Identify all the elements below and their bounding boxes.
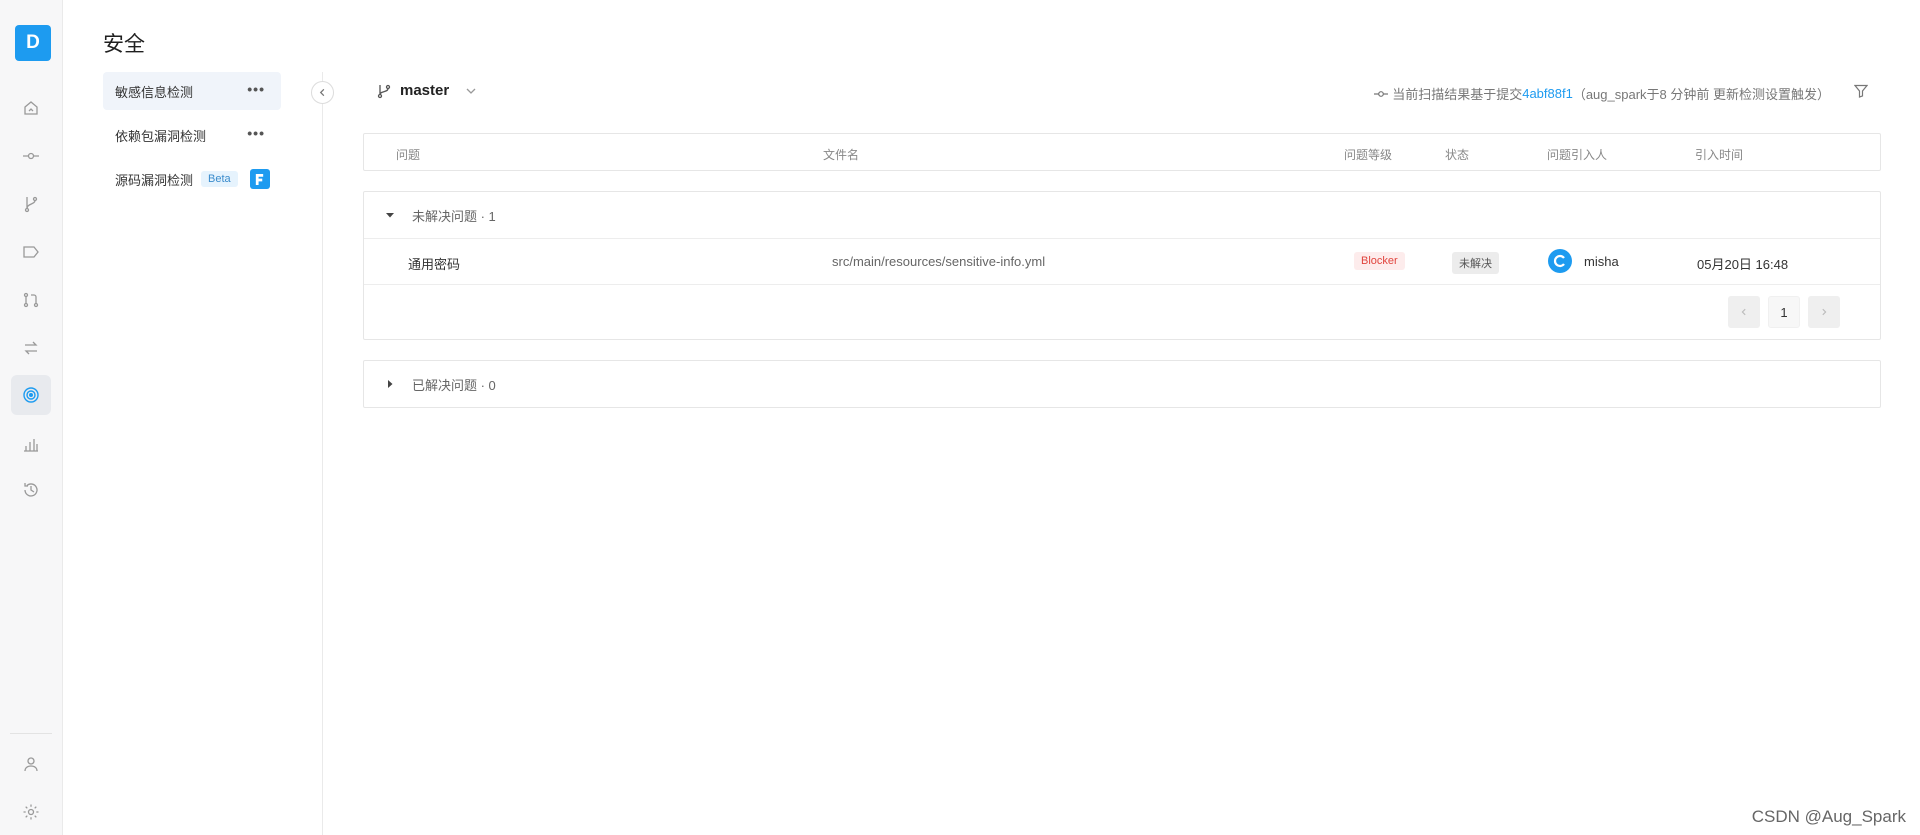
column-header-author: 问题引入人: [1547, 148, 1608, 162]
more-icon[interactable]: •••: [247, 126, 265, 140]
watermark: CSDN @Aug_Spark: [1751, 807, 1906, 826]
pagination-prev-button[interactable]: [1728, 296, 1760, 328]
tag-icon[interactable]: [11, 232, 51, 272]
file-path[interactable]: src/main/resources/sensitive-info.yml: [832, 254, 1045, 269]
panel-divider: [322, 72, 323, 835]
scan-info-suffix: （aug_spark于8 分钟前 更新检测设置触发）: [1572, 87, 1830, 102]
merge-request-icon[interactable]: [11, 280, 51, 320]
app-logo[interactable]: D: [15, 25, 51, 61]
table-row[interactable]: 通用密码 src/main/resources/sensitive-info.y…: [364, 238, 1880, 284]
filter-icon[interactable]: [1854, 84, 1868, 98]
branch-icon[interactable]: [11, 184, 51, 224]
resolved-group-title: 已解决问题 · 0: [412, 377, 496, 393]
submenu-item-sensitive-info[interactable]: 敏感信息检测 •••: [103, 72, 281, 110]
submenu-item-label: 源码漏洞检测: [115, 172, 194, 188]
resolved-group: 已解决问题 · 0: [363, 360, 1881, 408]
rail-divider: [10, 733, 52, 734]
beta-badge: Beta: [201, 171, 238, 187]
column-header-level: 问题等级: [1344, 148, 1393, 162]
scan-info-prefix: 当前扫描结果基于提交: [1392, 87, 1523, 102]
security-icon[interactable]: [11, 375, 51, 415]
pagination-page-button[interactable]: 1: [1768, 296, 1800, 328]
chevron-left-icon: [319, 88, 325, 97]
home-icon[interactable]: [11, 88, 51, 128]
chevron-left-icon: [1741, 308, 1746, 316]
settings-icon[interactable]: [11, 792, 51, 832]
commit-icon[interactable]: [11, 136, 51, 176]
table-header: 问题 文件名 问题等级 状态 问题引入人 引入时间: [363, 133, 1881, 171]
pagination-next-button[interactable]: [1808, 296, 1840, 328]
caret-down-icon: [386, 213, 394, 218]
author-name: misha: [1584, 254, 1619, 269]
submenu-item-label: 敏感信息检测: [115, 84, 194, 100]
unresolved-group-header[interactable]: 未解决问题 · 1: [364, 192, 1880, 238]
unresolved-group: 未解决问题 · 1 通用密码 src/main/resources/sensit…: [363, 191, 1881, 340]
sync-icon[interactable]: [11, 328, 51, 368]
scan-info: 当前扫描结果基于提交 4abf88f1 （aug_spark于8 分钟前 更新检…: [1374, 84, 1830, 103]
stats-icon[interactable]: [11, 424, 51, 464]
avatar: [1548, 249, 1572, 273]
history-icon[interactable]: [11, 470, 51, 510]
introduced-time: 05月20日 16:48: [1697, 257, 1789, 272]
status-badge: 未解决: [1452, 252, 1499, 274]
page-title: 安全: [103, 33, 145, 56]
branch-icon: [377, 84, 391, 98]
column-header-issue: 问题: [396, 148, 421, 162]
column-header-time: 引入时间: [1695, 148, 1744, 162]
chevron-right-icon: [1822, 308, 1827, 316]
commit-icon: [1374, 90, 1389, 97]
pagination: 1: [364, 284, 1880, 339]
branch-selector[interactable]: master: [376, 82, 477, 99]
submenu-item-source-vuln[interactable]: 源码漏洞检测 Beta: [103, 160, 281, 198]
chevron-down-icon: [466, 88, 476, 94]
branch-name: master: [400, 82, 450, 99]
caret-right-icon: [388, 380, 393, 388]
issue-name: 通用密码: [408, 257, 461, 272]
submenu-item-dependency-vuln[interactable]: 依赖包漏洞检测 •••: [103, 116, 281, 154]
unresolved-group-title: 未解决问题 · 1: [412, 208, 496, 224]
security-submenu: 敏感信息检测 ••• 依赖包漏洞检测 ••• 源码漏洞检测 Beta: [103, 72, 281, 204]
column-header-status: 状态: [1445, 148, 1470, 162]
scanner-logo-icon: [249, 169, 270, 189]
column-header-filename: 文件名: [823, 148, 860, 162]
left-nav-rail: D: [0, 0, 63, 835]
resolved-group-header[interactable]: 已解决问题 · 0: [364, 361, 1880, 407]
more-icon[interactable]: •••: [247, 82, 265, 96]
collapse-sidebar-button[interactable]: [311, 81, 334, 104]
level-badge: Blocker: [1354, 252, 1405, 270]
user-icon[interactable]: [11, 744, 51, 784]
submenu-item-label: 依赖包漏洞检测: [115, 128, 207, 144]
commit-hash-link[interactable]: 4abf88f1: [1522, 86, 1573, 101]
